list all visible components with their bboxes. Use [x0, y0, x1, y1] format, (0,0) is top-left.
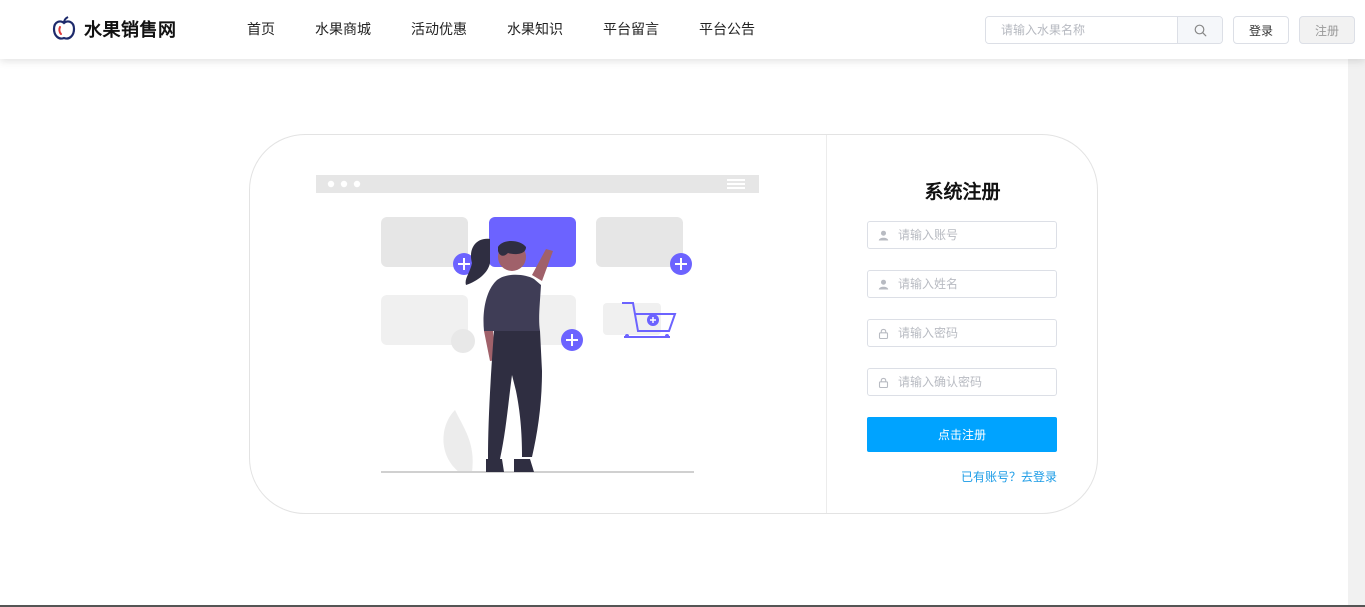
main-nav: 首页 水果商城 活动优惠 水果知识 平台留言 平台公告 — [247, 19, 795, 39]
nav-item-fruit-knowledge[interactable]: 水果知识 — [507, 19, 563, 39]
lock-icon — [868, 328, 898, 339]
apple-logo-icon — [52, 16, 76, 40]
lock-icon — [868, 377, 898, 388]
confirm-password-field — [867, 368, 1057, 396]
go-login-link[interactable]: 已有账号？去登录 — [867, 468, 1057, 485]
password-field — [867, 319, 1057, 347]
nav-item-fruit-mall[interactable]: 水果商城 — [315, 19, 371, 39]
nav-item-home[interactable]: 首页 — [247, 19, 275, 39]
header-login-button[interactable]: 登录 — [1233, 16, 1289, 44]
header-register-button[interactable]: 注册 — [1299, 16, 1355, 44]
name-input[interactable] — [898, 271, 1056, 297]
logo-text: 水果销售网 — [84, 20, 177, 41]
search-icon — [1194, 24, 1206, 36]
account-input[interactable] — [898, 222, 1056, 248]
password-input[interactable] — [898, 320, 1056, 346]
shopping-illustration — [316, 175, 759, 473]
search-button[interactable] — [1177, 17, 1222, 43]
nav-item-announcements[interactable]: 平台公告 — [699, 19, 755, 39]
register-title: 系统注册 — [924, 181, 1001, 203]
user-icon — [868, 279, 898, 290]
account-field — [867, 221, 1057, 249]
search-box — [985, 16, 1223, 44]
register-card: 系统注册 点击注册 已有账号？去登录 — [249, 134, 1098, 514]
user-icon — [868, 230, 898, 241]
register-submit-button[interactable]: 点击注册 — [867, 417, 1057, 452]
search-input[interactable] — [986, 17, 1177, 43]
top-header: 水果销售网 首页 水果商城 活动优惠 水果知识 平台留言 平台公告 登录 注册 — [0, 0, 1365, 59]
nav-item-messages[interactable]: 平台留言 — [603, 19, 659, 39]
name-field — [867, 270, 1057, 298]
nav-item-promotions[interactable]: 活动优惠 — [411, 19, 467, 39]
confirm-password-input[interactable] — [898, 369, 1056, 395]
site-logo[interactable]: 水果销售网 — [51, 15, 177, 43]
vertical-scrollbar[interactable] — [1348, 59, 1365, 607]
